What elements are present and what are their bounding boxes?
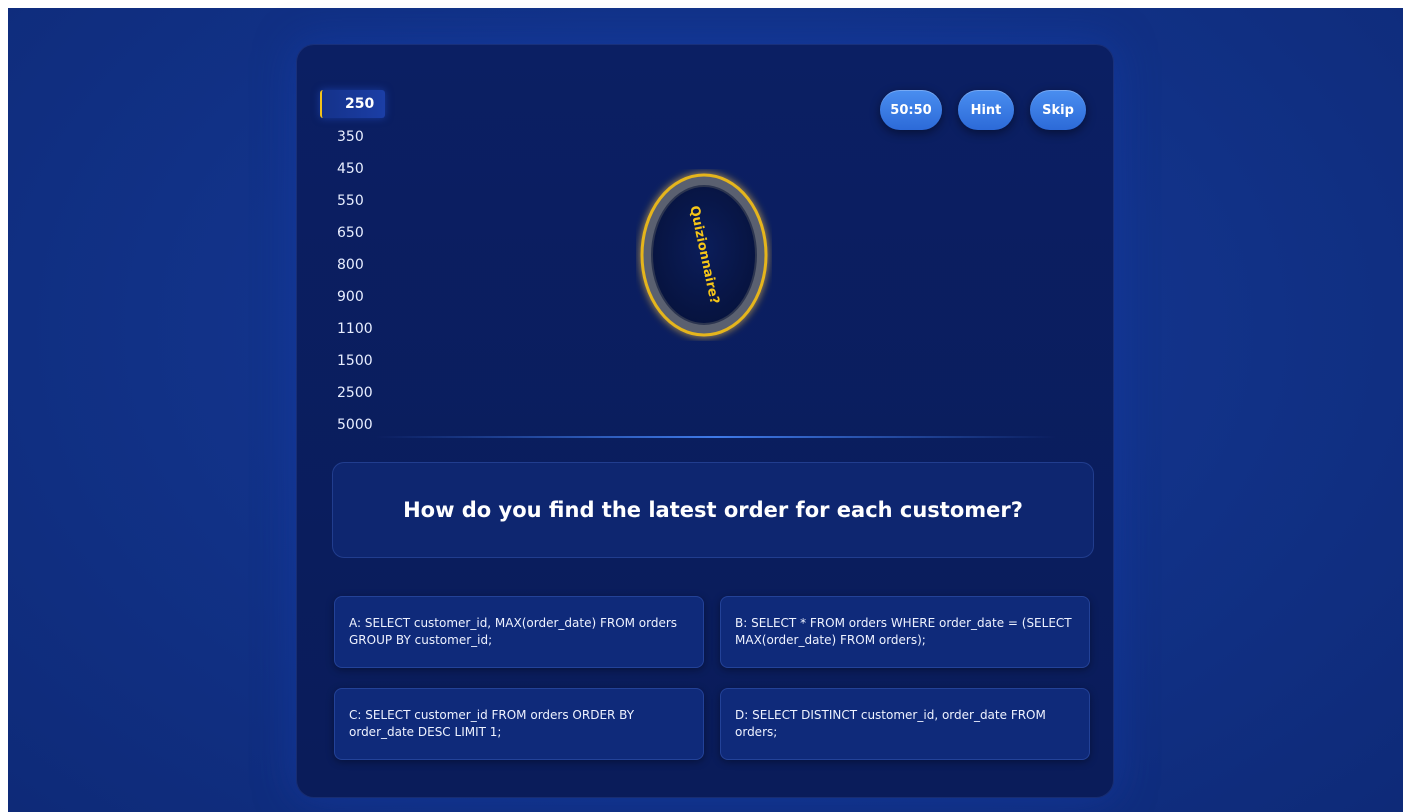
hint-button[interactable]: Hint <box>958 90 1014 130</box>
ladder-step-current: 250 <box>320 90 385 118</box>
ladder-step: 2500 <box>337 385 373 401</box>
answer-b-text: B: SELECT * FROM orders WHERE order_date… <box>735 616 1072 647</box>
answer-option-a[interactable]: A: SELECT customer_id, MAX(order_date) F… <box>334 596 704 668</box>
game-panel: 250 350 450 550 650 800 900 1100 1500 25… <box>296 44 1114 798</box>
divider-line <box>376 436 1056 438</box>
answer-option-b[interactable]: B: SELECT * FROM orders WHERE order_date… <box>720 596 1090 668</box>
ladder-step: 450 <box>337 161 364 177</box>
ladder-step: 900 <box>337 289 364 305</box>
fifty-fifty-button[interactable]: 50:50 <box>880 90 942 130</box>
skip-button[interactable]: Skip <box>1030 90 1086 130</box>
money-ladder: 250 350 450 550 650 800 900 1100 1500 25… <box>320 90 400 442</box>
game-background: 250 350 450 550 650 800 900 1100 1500 25… <box>8 8 1403 812</box>
ladder-step: 1100 <box>337 321 373 337</box>
answer-option-c[interactable]: C: SELECT customer_id FROM orders ORDER … <box>334 688 704 760</box>
ladder-step: 650 <box>337 225 364 241</box>
ladder-step: 800 <box>337 257 364 273</box>
quizionnaire-logo: Quizionnaire? <box>640 173 768 337</box>
ladder-step: 350 <box>337 129 364 145</box>
question-text: How do you find the latest order for eac… <box>403 498 1023 522</box>
question-box: How do you find the latest order for eac… <box>332 462 1094 558</box>
answer-option-d[interactable]: D: SELECT DISTINCT customer_id, order_da… <box>720 688 1090 760</box>
ladder-step: 1500 <box>337 353 373 369</box>
answer-c-text: C: SELECT customer_id FROM orders ORDER … <box>349 708 635 739</box>
answer-d-text: D: SELECT DISTINCT customer_id, order_da… <box>735 708 1046 739</box>
answer-a-text: A: SELECT customer_id, MAX(order_date) F… <box>349 616 678 647</box>
lifelines-bar: 50:50 Hint Skip <box>880 90 1086 130</box>
ladder-step: 550 <box>337 193 364 209</box>
